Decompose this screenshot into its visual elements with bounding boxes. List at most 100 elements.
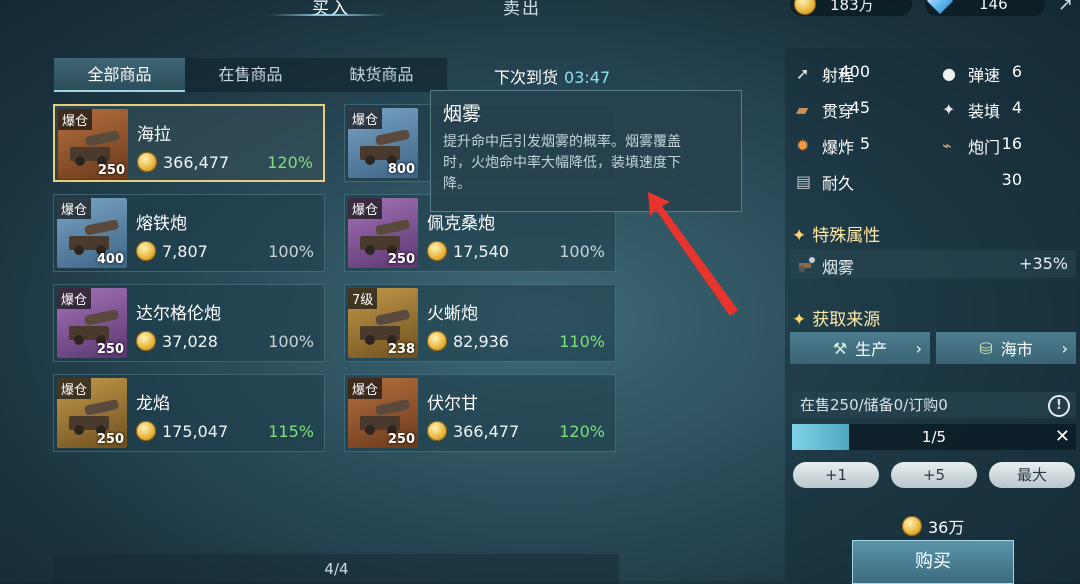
card-quantity: 250	[387, 252, 415, 267]
card-tag: 爆仓	[348, 108, 383, 129]
production-icon: ⚒	[832, 338, 848, 358]
special-attr-value: +35%	[1019, 254, 1068, 273]
tab-out-of-stock[interactable]: 缺货商品	[316, 58, 447, 92]
coin-balance: 183万	[790, 0, 912, 16]
tab-all-goods[interactable]: 全部商品	[54, 58, 185, 92]
stat-value: 5	[859, 134, 870, 153]
coin-icon	[136, 241, 156, 261]
buy-button[interactable]: 购买	[852, 540, 1014, 584]
tooltip-line: 时，火炮命中率大幅降低，装填速度下	[443, 155, 681, 171]
cannon-thumbnail: 爆仓 800	[348, 108, 418, 178]
cannon-icon	[69, 310, 119, 345]
source-market-button[interactable]: ⛁ 海市 ›	[936, 332, 1076, 364]
card-quantity: 250	[387, 432, 415, 447]
restock-time: 03:47	[564, 68, 611, 87]
diamond-balance-value: 146	[979, 0, 1008, 13]
projectile-speed-icon: ●	[942, 64, 956, 83]
card-percent: 110%	[559, 332, 605, 351]
coin-icon	[136, 421, 156, 441]
card-price-value: 366,477	[163, 152, 230, 172]
cannon-thumbnail: 爆仓 250	[348, 378, 418, 448]
coin-icon	[794, 0, 816, 15]
coin-icon	[427, 241, 447, 261]
tab-buy-underline	[268, 14, 388, 16]
cannon-thumbnail: 爆仓 250	[58, 109, 128, 179]
special-attr-header: ✦ 特殊属性	[792, 221, 880, 246]
card-quantity: 250	[96, 432, 124, 447]
card-price: 175,047	[136, 421, 228, 441]
stock-info-text: 在售250/储备0/订购0	[800, 396, 948, 414]
sparkle-icon: ✦	[792, 226, 807, 246]
card-tag: 爆仓	[57, 288, 92, 309]
cannon-icon	[69, 220, 119, 255]
clear-icon[interactable]: ✕	[1055, 424, 1070, 450]
cannon-thumbnail: 爆仓 250	[57, 378, 127, 448]
card-tag: 爆仓	[57, 378, 92, 399]
card-name: 海拉	[137, 125, 171, 145]
add-five-button[interactable]: +5	[891, 462, 977, 488]
product-card[interactable]: 爆仓 250 伏尔甘 366,477 120%	[344, 374, 616, 452]
card-price: 37,028	[136, 331, 218, 351]
card-tag: 7级	[348, 288, 378, 309]
sparkle-icon: ✦	[792, 310, 807, 330]
gunport-icon: ⌁	[942, 136, 952, 155]
expand-icon[interactable]: ↗	[1058, 0, 1073, 15]
stat-value: 6	[1011, 62, 1022, 81]
tooltip-line: 提升命中后引发烟雾的概率。烟雾覆盖	[443, 134, 681, 150]
card-percent: 115%	[268, 422, 314, 441]
total-price: 36万	[902, 514, 964, 538]
card-price-value: 366,477	[453, 421, 520, 441]
card-percent: 100%	[268, 332, 314, 351]
market-icon: ⛁	[979, 338, 993, 358]
card-name: 佩克桑炮	[427, 214, 495, 234]
coin-icon	[902, 516, 922, 536]
cannon-icon	[360, 130, 410, 165]
annotation-arrow	[648, 192, 738, 316]
card-price: 17,540	[427, 241, 509, 261]
card-percent: 100%	[268, 242, 314, 261]
special-attr-row: 烟雾 +35%	[790, 250, 1076, 278]
product-card[interactable]: 爆仓 250 龙焰 175,047 115%	[53, 374, 325, 452]
card-price-value: 17,540	[453, 241, 509, 261]
card-quantity: 400	[96, 252, 124, 267]
chevron-right-icon: ›	[915, 338, 922, 358]
category-tabs: 全部商品 在售商品 缺货商品	[54, 58, 447, 92]
max-button[interactable]: 最大	[989, 462, 1075, 488]
coin-icon	[136, 331, 156, 351]
tab-sell[interactable]: 卖出	[503, 0, 541, 19]
card-tag: 爆仓	[58, 109, 93, 130]
quantity-text: 1/5	[921, 428, 947, 446]
cannon-icon	[70, 131, 120, 166]
tab-buy[interactable]: 买入	[312, 0, 350, 19]
coin-balance-value: 183万	[830, 0, 874, 14]
stat-value: 4	[1011, 98, 1022, 117]
product-card[interactable]: 爆仓 250 达尔格伦炮 37,028 100%	[53, 284, 325, 362]
card-quantity: 800	[387, 162, 415, 177]
card-price-value: 82,936	[453, 331, 509, 351]
cannon-icon	[69, 400, 119, 435]
source-production-label: 生产	[855, 340, 888, 359]
source-production-button[interactable]: ⚒ 生产 ›	[790, 332, 930, 364]
product-card[interactable]: 7级 238 火蜥炮 82,936 110%	[344, 284, 616, 362]
card-price: 366,477	[427, 421, 519, 441]
stat-value: 400	[839, 62, 870, 81]
product-card[interactable]: 爆仓 400 熔铁炮 7,807 100%	[53, 194, 325, 272]
quantity-slider[interactable]: 1/5 ✕	[792, 424, 1076, 450]
cannon-thumbnail: 爆仓 250	[57, 288, 127, 358]
page-indicator: 4/4	[54, 554, 619, 584]
info-icon[interactable]: !	[1048, 395, 1070, 417]
product-card[interactable]: 爆仓 250 海拉 366,477 120%	[53, 104, 325, 182]
restock-timer: 下次到货 03:47	[494, 64, 610, 88]
smoke-cannon-icon	[796, 254, 816, 278]
coin-icon	[427, 331, 447, 351]
diamond-balance: 146	[925, 0, 1045, 16]
card-name: 龙焰	[136, 394, 170, 414]
cannon-thumbnail: 爆仓 400	[57, 198, 127, 268]
durability-icon: ▤	[796, 172, 812, 191]
cannon-thumbnail: 爆仓 250	[348, 198, 418, 268]
card-name: 伏尔甘	[427, 394, 478, 414]
stat-value: 16	[1001, 134, 1022, 153]
tab-on-sale[interactable]: 在售商品	[185, 58, 316, 92]
add-one-button[interactable]: +1	[793, 462, 879, 488]
cannon-icon	[360, 220, 410, 255]
